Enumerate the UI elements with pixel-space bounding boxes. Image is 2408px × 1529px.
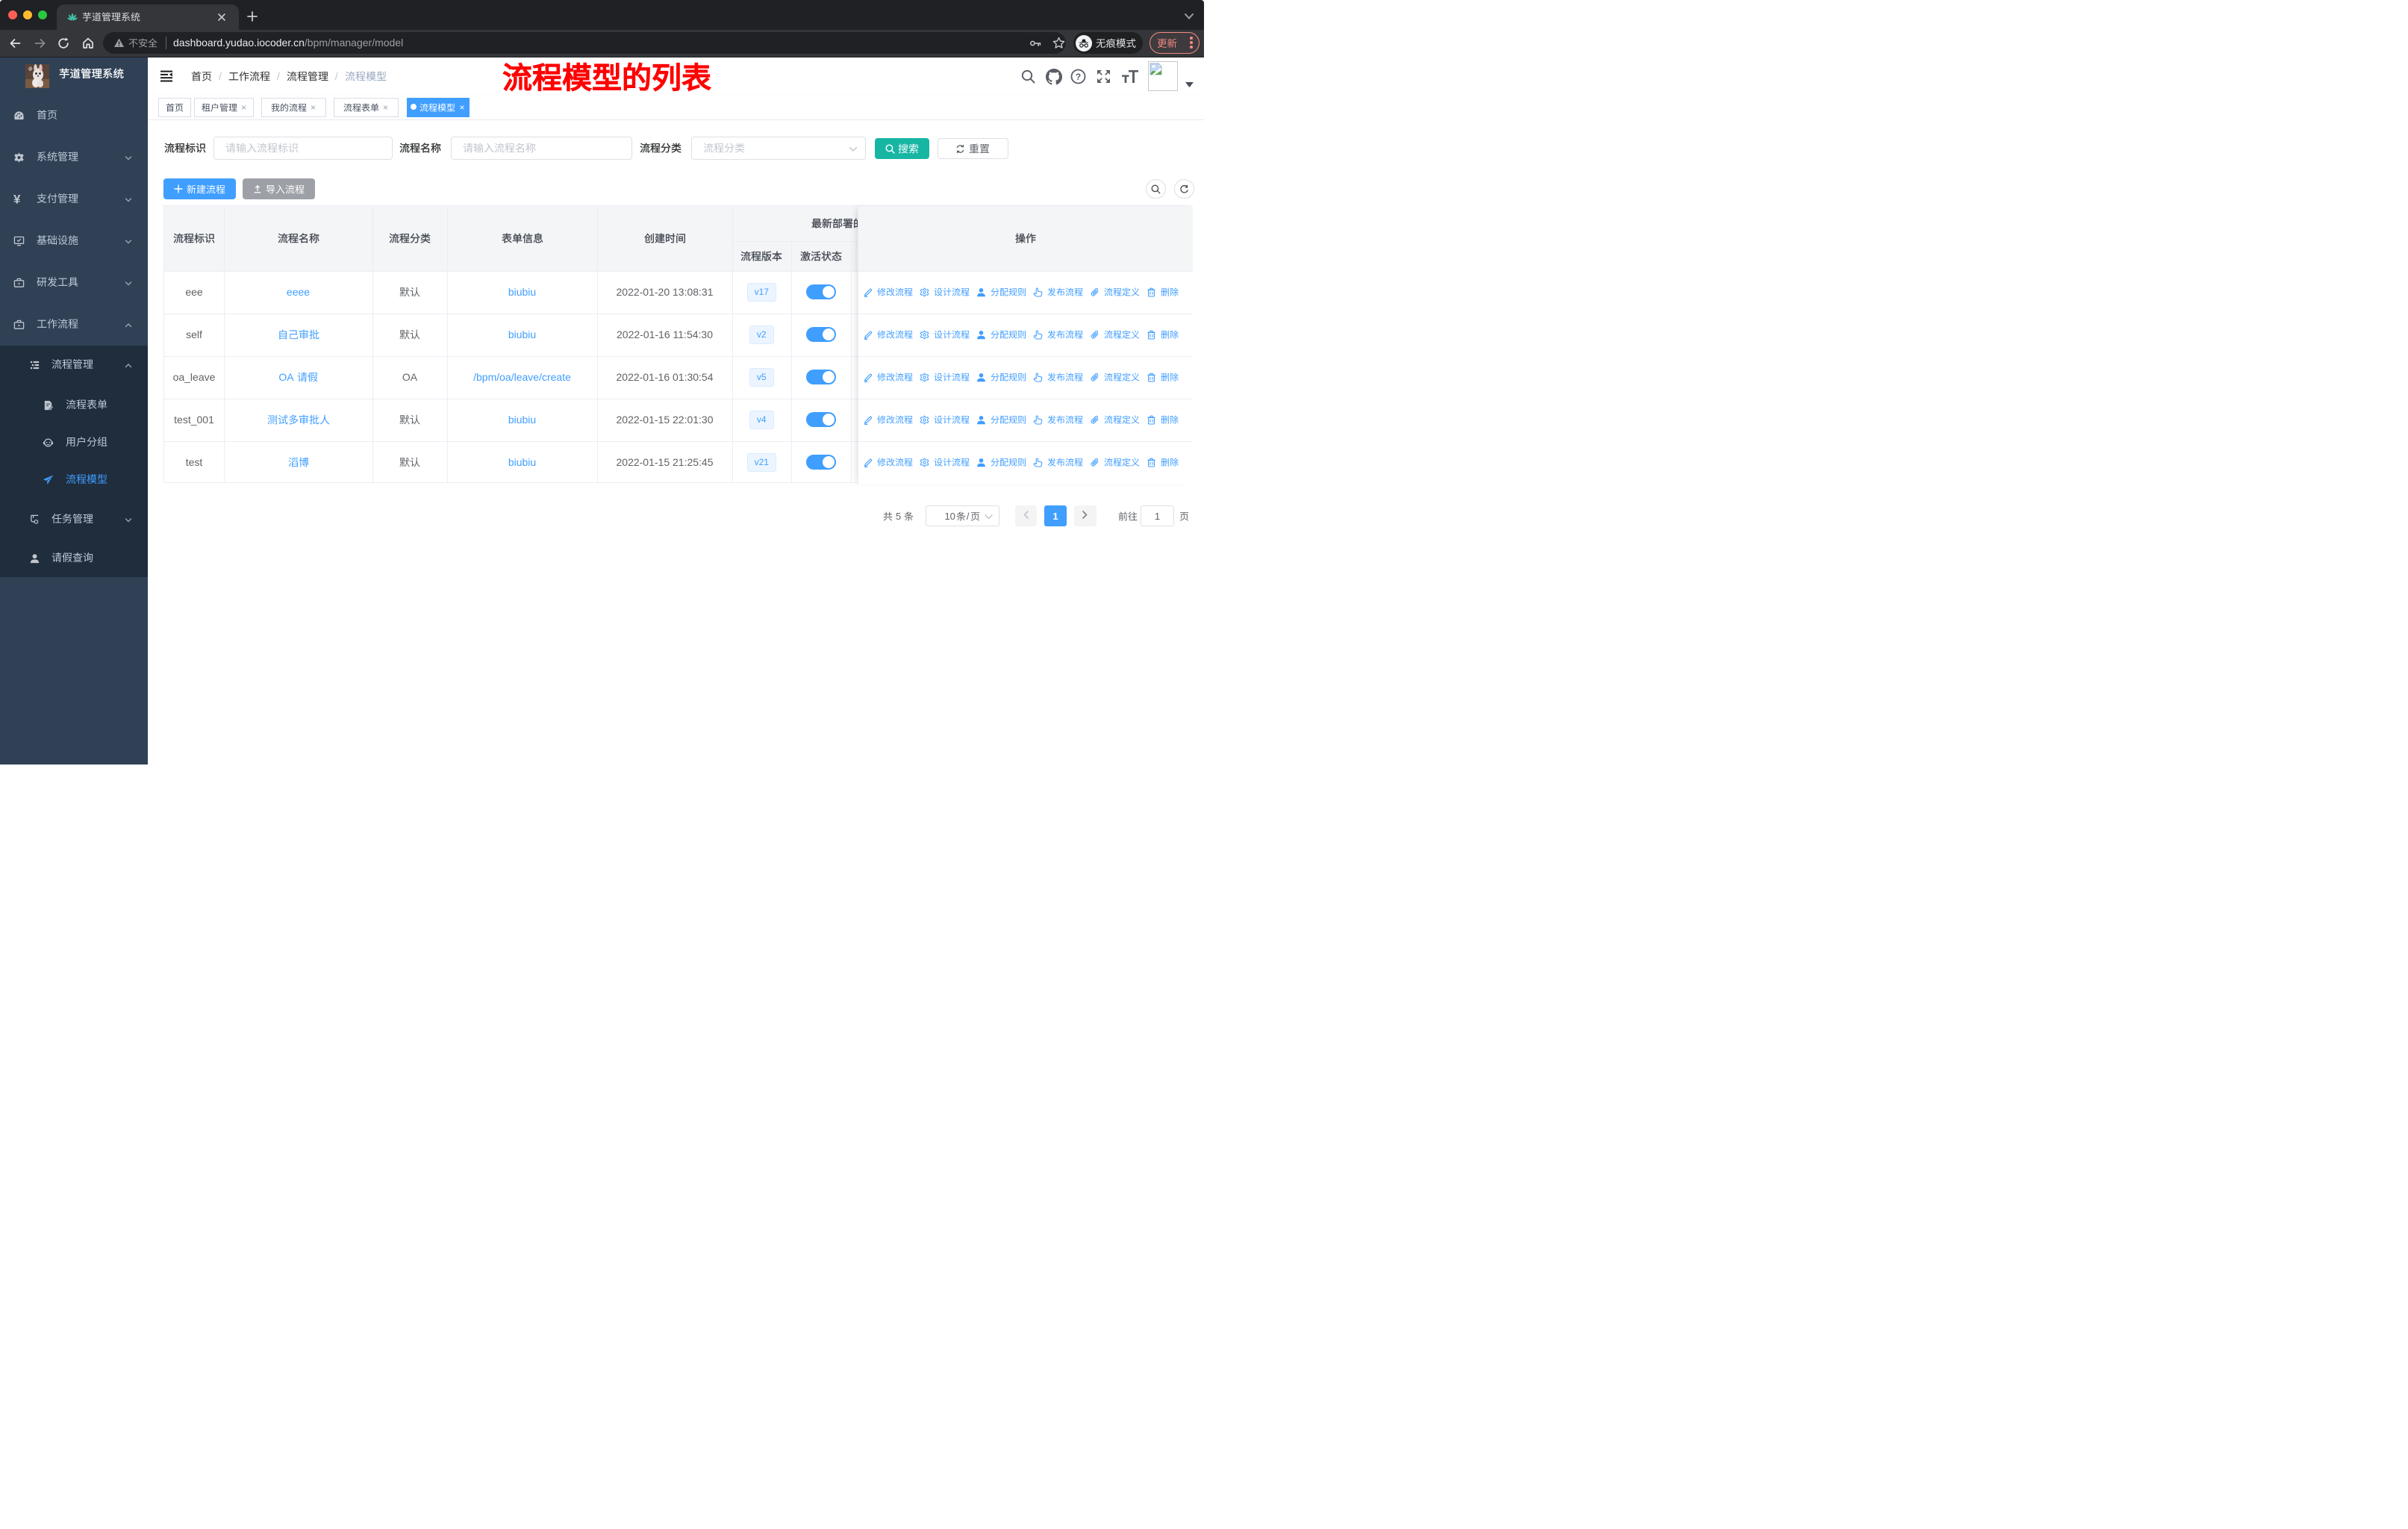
svg-text:?: ?: [1076, 72, 1081, 82]
